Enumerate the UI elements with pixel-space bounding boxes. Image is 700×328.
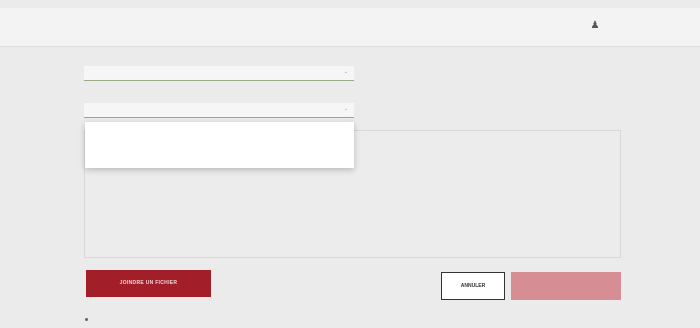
- consent-note: [85, 317, 93, 325]
- attach-file-button[interactable]: JOINDRE UN FICHIER: [86, 270, 211, 297]
- dropdown-option[interactable]: [85, 146, 354, 168]
- field1-select[interactable]: ⌄: [84, 66, 354, 81]
- bullet-icon: [85, 318, 88, 322]
- field2-select[interactable]: ⌄: [84, 103, 354, 118]
- user-icon[interactable]: ♟: [590, 20, 600, 34]
- field2-dropdown-menu: [85, 122, 354, 168]
- chevron-down-icon: ⌄: [343, 106, 348, 112]
- top-navigation: ♟: [0, 8, 700, 47]
- cancel-button[interactable]: ANNULER: [441, 272, 505, 300]
- dropdown-option[interactable]: [85, 122, 354, 144]
- chevron-down-icon: ⌄: [343, 69, 348, 75]
- send-message-button[interactable]: [511, 272, 621, 300]
